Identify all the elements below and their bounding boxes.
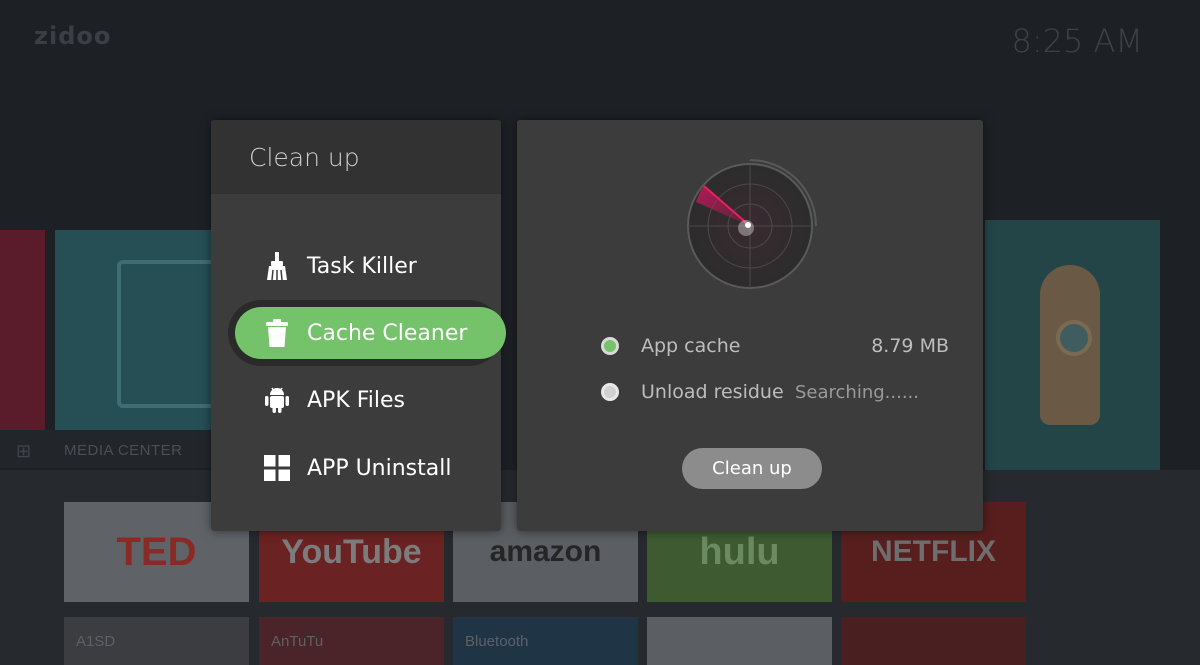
- grid-icon: [263, 454, 291, 482]
- trash-icon: [263, 319, 291, 347]
- radar-scan-icon: [687, 159, 817, 289]
- app-tile-a1sd: A1SD: [64, 617, 249, 665]
- app-cache-label: App cache: [641, 335, 741, 357]
- menu-item-label: Cache Cleaner: [307, 320, 468, 346]
- unload-residue-label: Unload residue: [641, 381, 784, 403]
- rocket-icon: [1040, 265, 1100, 425]
- brand-logo: zidoo: [34, 22, 112, 50]
- folder-icon: [117, 260, 225, 408]
- tile-media-center: [55, 230, 235, 430]
- menu-item-label: APP Uninstall: [307, 455, 452, 481]
- checkbox-on-icon[interactable]: [601, 337, 619, 355]
- media-center-label: MEDIA CENTER: [64, 442, 183, 459]
- menu-item-cache-cleaner[interactable]: Cache Cleaner: [235, 307, 506, 359]
- apps-grid-icon: ⊞: [16, 441, 32, 461]
- tile-partial-left: [0, 230, 45, 430]
- app-tile-row2-4: [647, 617, 832, 665]
- menu-item-apk-files[interactable]: APK Files: [211, 370, 501, 430]
- cache-cleaner-panel: App cache 8.79 MB Unload residue Searchi…: [517, 120, 983, 531]
- clean-up-button[interactable]: Clean up: [682, 448, 822, 489]
- android-icon: [263, 386, 291, 414]
- app-cache-size: 8.79 MB: [871, 335, 949, 357]
- rocket-window: [1056, 320, 1092, 356]
- app-tile-row2-5: [841, 617, 1026, 665]
- app-tile-bluetooth: Bluetooth: [453, 617, 638, 665]
- menu-item-label: APK Files: [307, 387, 406, 413]
- unload-residue-status: Searching......: [795, 381, 920, 403]
- app-tile-antutu: AnTuTu: [259, 617, 444, 665]
- menu-overlay: Cache Cleaner APK Files APP Uninstall: [211, 120, 506, 531]
- checkbox-off-icon[interactable]: [601, 383, 619, 401]
- clock: 8:25 AM: [1011, 22, 1143, 60]
- unload-residue-row[interactable]: Unload residue Searching......: [601, 381, 945, 403]
- menu-item-app-uninstall[interactable]: APP Uninstall: [211, 438, 501, 498]
- app-cache-row[interactable]: App cache 8.79 MB: [601, 335, 949, 357]
